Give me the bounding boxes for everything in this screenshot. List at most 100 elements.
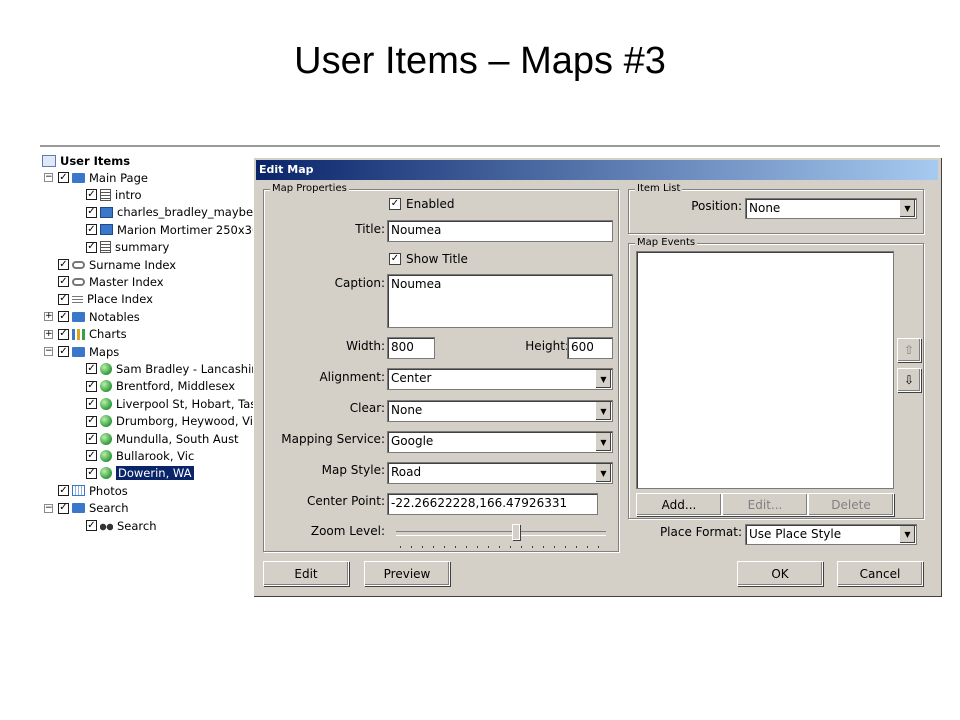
tree-item[interactable]: ✓ Marion Mortimer 250x300 — [80, 221, 267, 238]
mapping-service-select[interactable]: Google ▼ — [387, 431, 613, 453]
tree-item-checkbox[interactable]: ✓ — [58, 346, 69, 357]
globe-icon — [100, 415, 112, 428]
tree-item-checkbox[interactable]: ✓ — [58, 328, 69, 340]
chevron-down-icon[interactable]: ▼ — [595, 402, 611, 420]
tree-item-checkbox[interactable]: ✓ — [86, 189, 97, 201]
tree-item[interactable]: ✓ Place Index — [44, 291, 153, 308]
expand-icon[interactable]: + — [44, 329, 53, 339]
enabled-check-box[interactable]: ✓ — [389, 198, 401, 210]
folder-icon — [72, 503, 85, 514]
tree-item-checkbox[interactable]: ✓ — [86, 363, 97, 375]
edit-event-button[interactable]: Edit... — [722, 493, 808, 516]
collapse-icon[interactable]: − — [44, 173, 53, 182]
expand-icon[interactable]: + — [44, 312, 53, 322]
ok-button[interactable]: OK — [737, 561, 823, 586]
map-events-list[interactable] — [636, 251, 894, 489]
delete-event-button[interactable]: Delete — [808, 493, 894, 516]
tree-item-checkbox[interactable]: ✓ — [86, 520, 97, 531]
text-page-icon — [100, 241, 111, 254]
tree-item-checkbox[interactable]: ✓ — [58, 172, 69, 183]
edit-button[interactable]: Edit — [263, 561, 349, 586]
move-down-button[interactable]: ⇩ — [897, 368, 921, 392]
tree-item-label: Search — [117, 518, 157, 533]
title-input[interactable]: Noumea — [387, 220, 613, 242]
tree-item-checkbox[interactable]: ✓ — [86, 415, 97, 427]
tree-item-checkbox[interactable]: ✓ — [86, 380, 97, 392]
chart-icon — [72, 328, 85, 340]
tree-item[interactable]: ✓ Surname Index — [44, 256, 176, 273]
tree-item-checkbox[interactable]: ✓ — [86, 398, 97, 410]
tree-item-checkbox[interactable]: ✓ — [58, 276, 69, 288]
cancel-button[interactable]: Cancel — [837, 561, 923, 586]
slide-title: User Items – Maps #3 — [294, 40, 666, 82]
center-point-input[interactable]: -22.26622228,166.47926331 — [387, 493, 598, 515]
center-point-label: Center Point: — [306, 494, 385, 508]
alignment-select[interactable]: Center ▼ — [387, 368, 613, 390]
tree-item-label: Dowerin, WA — [116, 466, 194, 481]
tree-item[interactable]: − ✓ Search — [44, 500, 129, 517]
tree-root[interactable]: User Items — [42, 152, 130, 169]
tree-item[interactable]: ✓ charles_bradley_maybe 2 — [80, 204, 264, 221]
tree-item[interactable]: − ✓ Maps — [44, 343, 119, 360]
tree-item-checkbox[interactable]: ✓ — [86, 433, 97, 444]
tree-item[interactable]: ✓ Dowerin, WA — [80, 465, 194, 482]
tree-item[interactable]: ✓ Master Index — [44, 273, 164, 290]
tree-item-checkbox[interactable]: ✓ — [86, 224, 97, 236]
clear-label: Clear: — [349, 401, 385, 415]
tree-item[interactable]: ✓ Photos — [44, 482, 128, 499]
move-up-button[interactable]: ⇧ — [897, 338, 921, 362]
chevron-down-icon[interactable]: ▼ — [595, 370, 611, 388]
tree-item-label: Surname Index — [89, 257, 177, 272]
chevron-down-icon[interactable]: ▼ — [595, 464, 611, 482]
collapse-icon[interactable]: − — [44, 347, 53, 356]
collapse-icon[interactable]: − — [44, 503, 53, 513]
width-input[interactable]: 800 — [387, 337, 435, 359]
globe-icon — [100, 397, 112, 410]
tree-item[interactable]: + ✓ Charts — [44, 326, 127, 343]
tree-item[interactable]: ✓ Drumborg, Heywood, Vic — [80, 413, 259, 430]
height-input[interactable]: 600 — [567, 337, 613, 359]
tree-item-checkbox[interactable]: ✓ — [58, 502, 69, 514]
zoom-level-label: Zoom Level: — [310, 524, 385, 538]
zoom-slider-thumb[interactable] — [511, 524, 520, 540]
show-title-check-box[interactable]: ✓ — [389, 253, 401, 265]
tree-item[interactable]: ✓ Bullarook, Vic — [80, 447, 194, 464]
chevron-down-icon[interactable]: ▼ — [899, 526, 915, 543]
tree-item-label: Liverpool St, Hobart, Tas — [116, 396, 257, 411]
clear-select[interactable]: None ▼ — [387, 400, 613, 422]
arrow-down-icon: ⇩ — [903, 373, 915, 387]
tree-item-checkbox[interactable]: ✓ — [86, 450, 97, 462]
place-format-select[interactable]: Use Place Style ▼ — [745, 524, 917, 545]
tree-item[interactable]: ✓ Mundulla, South Aust — [80, 430, 239, 447]
add-event-button[interactable]: Add... — [636, 493, 722, 516]
position-select[interactable]: None ▼ — [745, 198, 917, 219]
tree-item-checkbox[interactable]: ✓ — [58, 311, 69, 323]
preview-button[interactable]: Preview — [364, 561, 450, 586]
tree-item-label: charles_bradley_maybe 2 — [117, 205, 265, 220]
user-items-tree[interactable]: User Items − ✓ Main Page ✓ intro ✓ charles_bra… — [40, 150, 267, 596]
tree-item-checkbox[interactable]: ✓ — [86, 206, 97, 218]
chevron-down-icon[interactable]: ▼ — [595, 433, 611, 451]
alignment-label: Alignment: — [319, 370, 385, 384]
tree-item-checkbox[interactable]: ✓ — [86, 241, 97, 253]
tree-item[interactable]: ✓ Liverpool St, Hobart, Tas — [80, 395, 256, 412]
tree-item-checkbox[interactable]: ✓ — [58, 293, 69, 305]
map-style-select[interactable]: Road ▼ — [387, 462, 613, 484]
tree-item[interactable]: ✓ Search — [80, 517, 157, 534]
enabled-checkbox[interactable]: ✓ Enabled — [389, 197, 455, 211]
zoom-slider-track[interactable] — [396, 531, 606, 536]
show-title-checkbox[interactable]: ✓ Show Title — [389, 252, 468, 266]
enabled-label: Enabled — [406, 197, 455, 211]
tree-item[interactable]: ✓ Sam Bradley - Lancashire — [80, 360, 263, 377]
screenshot-top-border — [40, 145, 940, 147]
tree-item-checkbox[interactable]: ✓ — [58, 259, 69, 270]
tree-item-checkbox[interactable]: ✓ — [58, 485, 69, 497]
tree-item[interactable]: ✓ intro — [80, 186, 142, 203]
chevron-down-icon[interactable]: ▼ — [899, 200, 915, 217]
tree-item[interactable]: − ✓ Main Page — [44, 169, 148, 186]
tree-item[interactable]: ✓ Brentford, Middlesex — [80, 378, 235, 395]
tree-item[interactable]: ✓ summary — [80, 239, 169, 256]
tree-item[interactable]: + ✓ Notables — [44, 308, 140, 325]
caption-input[interactable]: Noumea — [387, 274, 613, 328]
tree-item-checkbox[interactable]: ✓ — [86, 467, 97, 479]
